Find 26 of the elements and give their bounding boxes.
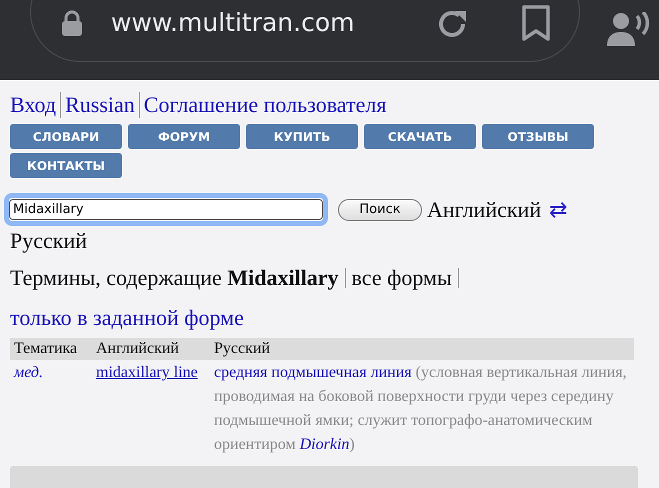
menu-button[interactable]: КОНТАКТЫ (10, 153, 122, 178)
author-link[interactable]: Diorkin (300, 436, 350, 453)
exact-form-link[interactable]: только в заданной форме (10, 305, 244, 330)
menu-button[interactable]: СКАЧАТЬ (364, 124, 476, 149)
source-language: Английский (427, 196, 542, 222)
swap-languages-link[interactable]: ⇄ (549, 196, 568, 222)
bookmark-icon[interactable] (521, 5, 551, 41)
target-language: Русский (10, 228, 88, 254)
nav-link[interactable]: Russian (60, 92, 135, 118)
lock-icon (61, 9, 83, 37)
results-heading: Термины, содержащие Midaxillary все формы только в заданной форме (10, 258, 640, 338)
search-button[interactable]: Поиск (338, 198, 422, 220)
term-link[interactable]: midaxillary line (96, 364, 198, 381)
menu-button[interactable]: КУПИТЬ (246, 124, 358, 149)
column-header: Тематика (10, 338, 92, 360)
subject-cell: мед. (14, 364, 44, 381)
search-field[interactable]: Midaxillary (4, 193, 328, 226)
menu-button[interactable]: ФОРУМ (128, 124, 240, 149)
column-header: Английский (92, 338, 210, 360)
translation-link[interactable]: средняя подмышечная линия (214, 364, 412, 381)
menu-button[interactable]: ОТЗЫВЫ (482, 124, 594, 149)
menu-button[interactable]: СЛОВАРИ (10, 124, 122, 149)
nav-link[interactable]: Вход (10, 92, 56, 118)
nav-link[interactable]: Соглашение пользователя (138, 92, 386, 118)
column-header: Русский (210, 338, 634, 360)
translation-entry: средняя подмышечная линия (условная вертикальная линия, проводимая на боковой поверхности груди через середину подмышечной ямки; служит топографо-анатомическим ориентиром Diorkin) (214, 364, 627, 453)
